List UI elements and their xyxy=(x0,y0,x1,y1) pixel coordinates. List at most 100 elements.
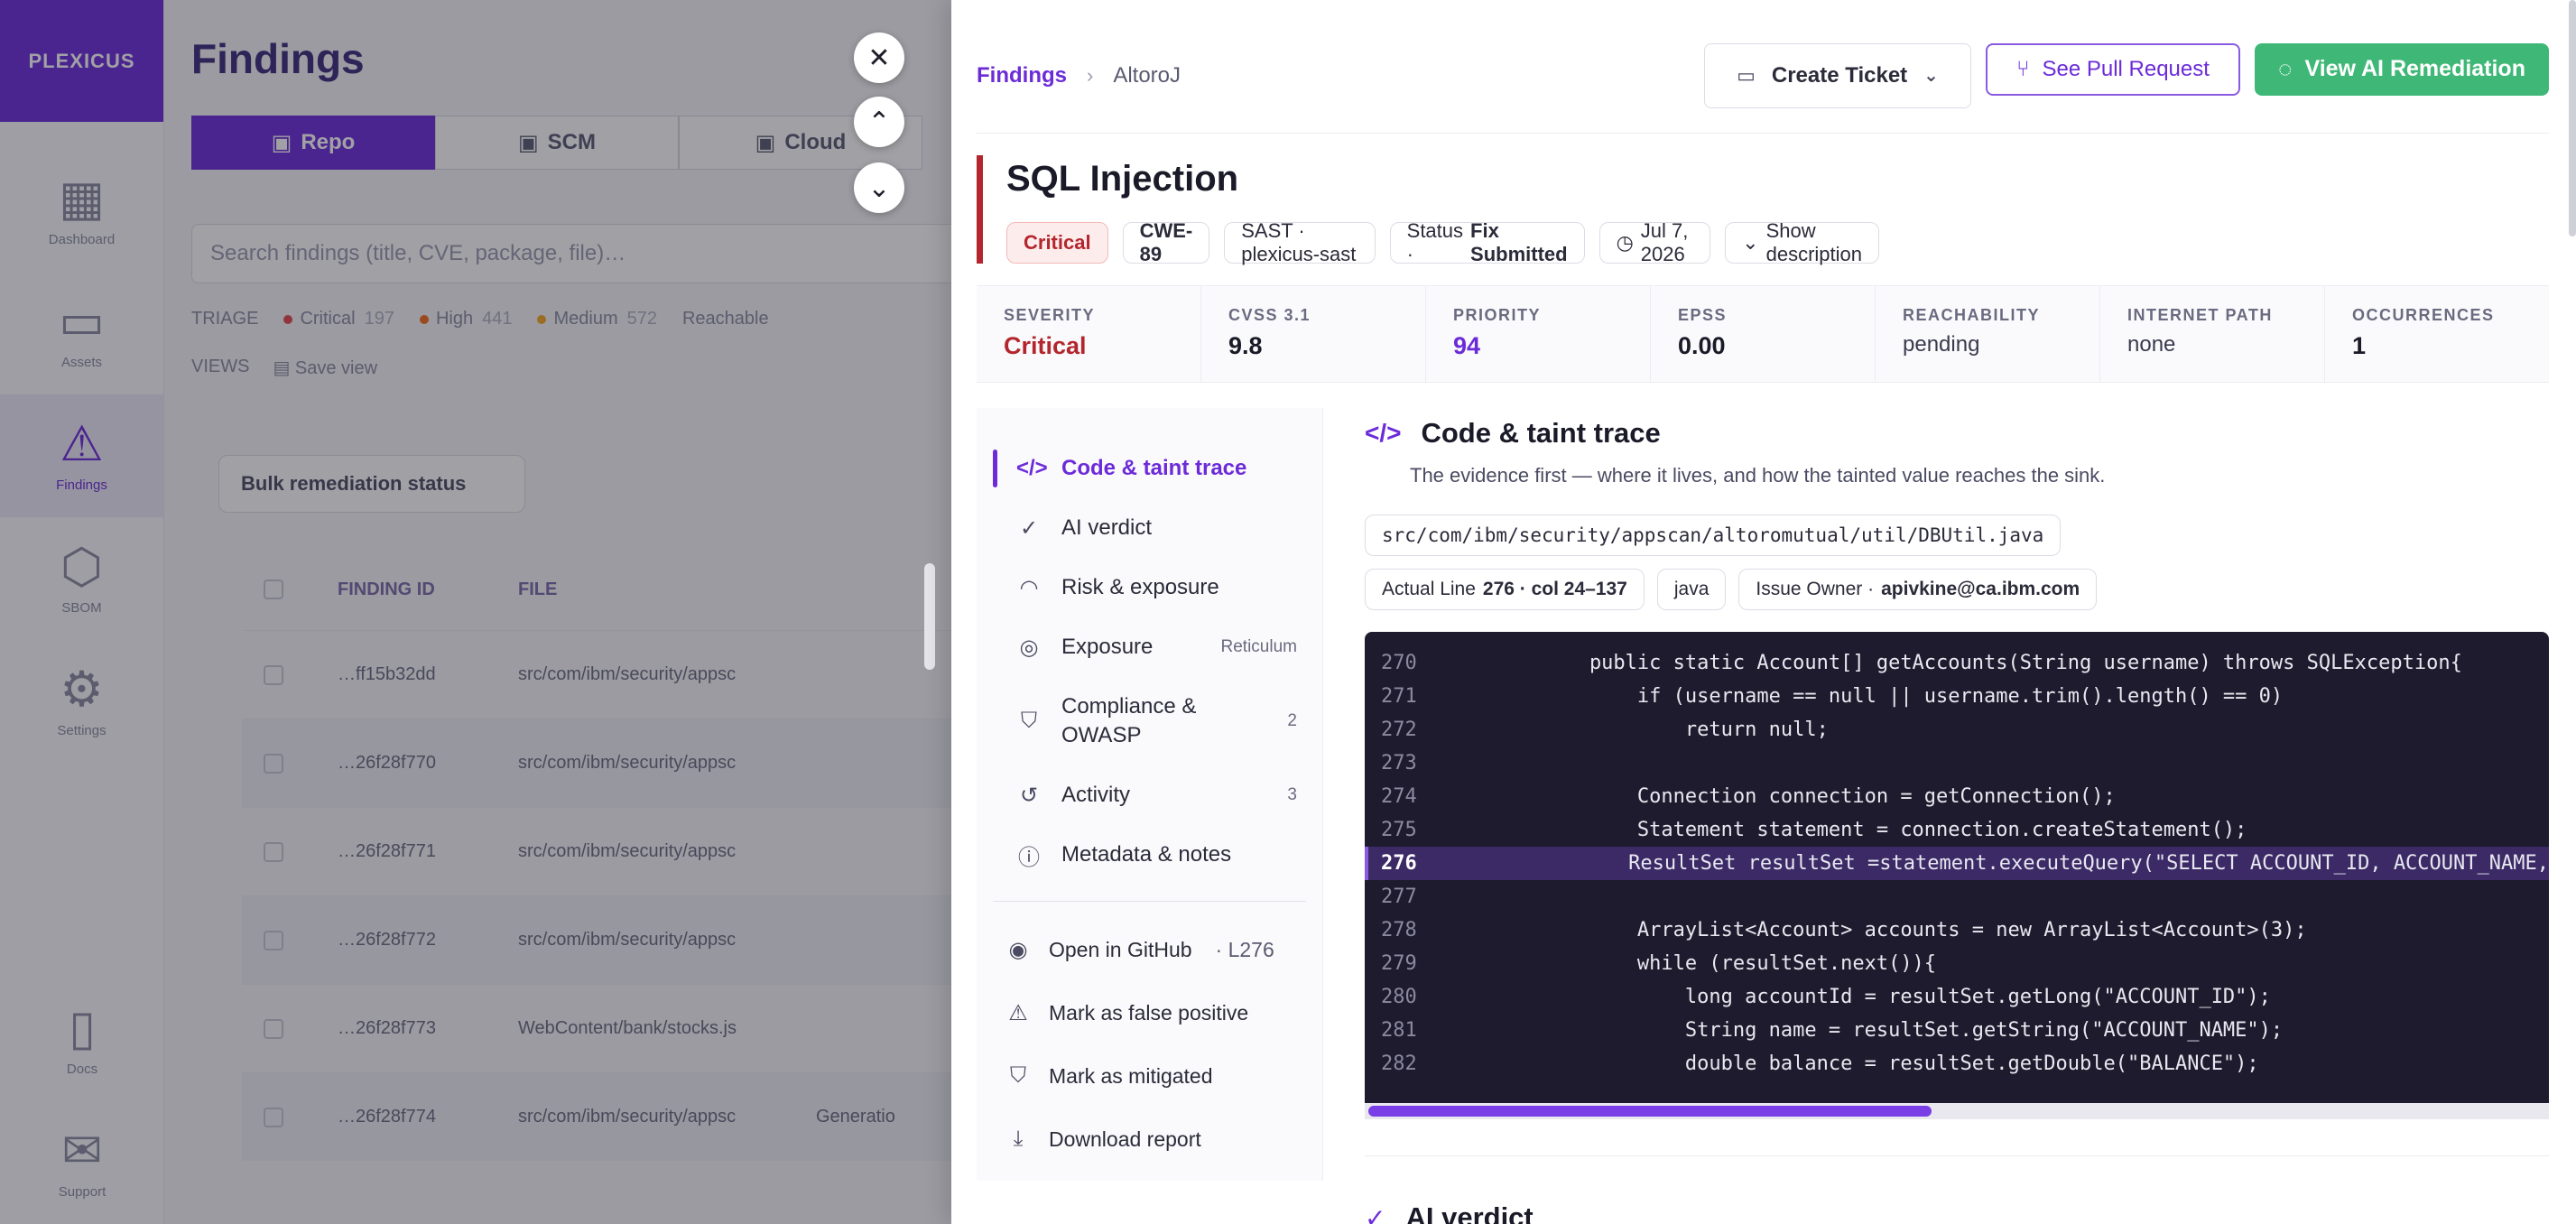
issue-owner-value: apivkine@ca.ibm.com xyxy=(1881,579,2080,599)
code-line: 282 double balance = resultSet.getDouble… xyxy=(1365,1047,2549,1080)
section-nav-item-exposure[interactable]: ◎ Exposure Reticulum xyxy=(977,617,1322,677)
severity-chip: Critical xyxy=(1006,222,1108,264)
header-actions: ▭ Create Ticket ⌄ ⑂ See Pull Request ◌ V… xyxy=(1704,42,2549,108)
section-nav-item-code-taint-trace[interactable]: </> Code & taint trace xyxy=(977,439,1322,498)
code-text: public static Account[] getAccounts(Stri… xyxy=(1446,652,2462,674)
close-drawer-button[interactable]: ✕ xyxy=(854,32,904,83)
section-nav-badge: 3 xyxy=(1287,785,1297,804)
git-pull-request-icon: ⑂ xyxy=(2016,56,2030,81)
finding-title: SQL Injection xyxy=(1006,159,1239,199)
scanner-chip: SAST · plexicus-sast xyxy=(1224,219,1376,265)
actual-line-chip: Actual Line 276 · col 24–137 xyxy=(1365,569,1645,610)
mark-as-false-positive-action[interactable]: ⚠ Mark as false positive xyxy=(977,981,1322,1044)
file-meta-chips: src/com/ibm/security/appscan/altoromutua… xyxy=(1365,515,2267,610)
create-ticket-label: Create Ticket xyxy=(1771,62,1908,88)
line-number: 279 xyxy=(1381,952,1417,975)
next-finding-button[interactable]: ⌄ xyxy=(854,162,904,213)
section-nav-label: Code & taint trace xyxy=(1061,456,1247,480)
code-line-highlighted: 276 ResultSet resultSet =statement.execu… xyxy=(1365,847,2549,880)
shield-check-icon: ⛉ xyxy=(1021,709,1037,733)
code-line: 271 if (username == null || username.tri… xyxy=(1365,680,2549,713)
line-number: 271 xyxy=(1381,685,1417,708)
code-text: while (resultSet.next()){ xyxy=(1446,952,1937,975)
mark-as-mitigated-action[interactable]: ⛉ Mark as mitigated xyxy=(977,1044,1322,1108)
code-text: String name = resultSet.getString("ACCOU… xyxy=(1446,1019,2284,1042)
gauge-icon: ◠ xyxy=(1019,575,1039,600)
metric-priority: PRIORITY 94 xyxy=(1426,286,1651,382)
action-label: Mark as mitigated xyxy=(1049,1063,1213,1088)
status-chip: Status · Fix Submitted xyxy=(1389,219,1585,265)
finding-drawer: Findings › AltoroJ ▭ Create Ticket ⌄ ⑂ S… xyxy=(951,0,2576,1224)
metric-cvss-3-1: CVSS 3.1 9.8 xyxy=(1201,286,1426,382)
see-pull-request-label: See Pull Request xyxy=(2042,56,2210,81)
show-description-button[interactable]: ⌄ Show description xyxy=(1725,219,1879,265)
chevron-down-icon: ⌄ xyxy=(867,172,891,203)
code-text: ResultSet resultSet =statement.executeQu… xyxy=(1437,852,2549,875)
open-in-github-action[interactable]: ◉ Open in GitHub · L276 xyxy=(977,918,1322,981)
side-actions: ◉ Open in GitHub · L276 ⚠ Mark as false posi… xyxy=(977,918,1322,1171)
action-sub-label: · L276 xyxy=(1215,937,1274,961)
chevron-down-icon: ⌄ xyxy=(1923,66,1939,86)
view-ai-remediation-button[interactable]: ◌ View AI Remediation xyxy=(2255,42,2549,96)
code-scroll-thumb[interactable] xyxy=(1368,1106,1932,1117)
code-line: 274 Connection connection = getConnectio… xyxy=(1365,780,2549,813)
code-horizontal-scrollbar[interactable] xyxy=(1365,1103,2549,1119)
info-icon: ⓘ xyxy=(1018,845,1040,870)
section-nav-item-risk-exposure[interactable]: ◠ Risk & exposure xyxy=(977,558,1322,617)
metric-reachability: REACHABILITY pending xyxy=(1876,286,2100,382)
line-number: 280 xyxy=(1381,986,1417,1008)
check-circle-icon: ✓ xyxy=(1019,515,1039,541)
download-report-action[interactable]: ⤓ Download report xyxy=(977,1108,1322,1171)
modal-backdrop[interactable] xyxy=(0,0,951,1224)
line-number: 272 xyxy=(1381,719,1417,741)
action-label: Open in GitHub xyxy=(1049,937,1192,961)
metric-label: INTERNET PATH xyxy=(2127,306,2273,324)
ai-verdict-header: ✓ AI verdict xyxy=(1365,1201,2549,1224)
code-text: Statement statement = connection.createS… xyxy=(1446,819,2247,841)
actual-line-value: 276 · col 24–137 xyxy=(1482,579,1627,599)
nav-divider xyxy=(993,901,1306,902)
section-nav-items: </> Code & taint trace ✓ AI verdict ◠ Risk & … xyxy=(977,439,1322,885)
previous-finding-button[interactable]: ⌃ xyxy=(854,97,904,147)
section-nav: </> Code & taint trace ✓ AI verdict ◠ Risk & … xyxy=(977,408,1323,1181)
status-value: Fix Submitted xyxy=(1470,219,1568,265)
metric-occurrences: OCCURRENCES 1 xyxy=(2325,286,2549,382)
breadcrumb-findings-link[interactable]: Findings xyxy=(977,63,1067,88)
status-label: Status · xyxy=(1406,219,1464,265)
metric-label: OCCURRENCES xyxy=(2352,306,2495,324)
metric-epss: EPSS 0.00 xyxy=(1651,286,1876,382)
cwe-chip: CWE-89 xyxy=(1122,219,1210,265)
section-nav-item-metadata-notes[interactable]: ⓘ Metadata & notes xyxy=(977,825,1322,885)
github-icon: ◉ xyxy=(1008,937,1028,962)
language-chip: java xyxy=(1656,569,1727,610)
section-content: </> Code & taint trace The evidence firs… xyxy=(1365,408,2549,1119)
code-text: if (username == null || username.trim().… xyxy=(1446,685,2284,708)
section-nav-badge: Reticulum xyxy=(1220,637,1297,656)
code-line: 273 xyxy=(1365,746,2549,780)
line-number: 273 xyxy=(1381,752,1417,774)
line-number: 270 xyxy=(1381,652,1417,674)
create-ticket-button[interactable]: ▭ Create Ticket ⌄ xyxy=(1704,42,1971,108)
code-line: 281 String name = resultSet.getString("A… xyxy=(1365,1014,2549,1047)
finding-chips: Critical CWE-89 SAST · plexicus-sast Sta… xyxy=(1006,219,1879,265)
metric-severity: SEVERITY Critical xyxy=(977,286,1201,382)
drawer-scrollbar[interactable] xyxy=(2569,0,2576,236)
code-line: 272 return null; xyxy=(1365,713,2549,746)
metric-value: 0.00 xyxy=(1678,332,1726,359)
see-pull-request-button[interactable]: ⑂ See Pull Request xyxy=(1986,42,2240,96)
section-nav-item-activity[interactable]: ↺ Activity 3 xyxy=(977,765,1322,825)
metric-value: 1 xyxy=(2352,332,2367,359)
section-nav-item-compliance-owasp[interactable]: ⛉ Compliance & OWASP 2 xyxy=(977,677,1322,765)
code-text: Connection connection = getConnection(); xyxy=(1446,785,2116,808)
background-scrollbar[interactable] xyxy=(924,563,935,670)
line-number: 282 xyxy=(1381,1052,1417,1075)
section-nav-label: Risk & exposure xyxy=(1061,575,1219,599)
section-nav-label: Metadata & notes xyxy=(1061,842,1232,867)
date-value: Jul 7, 2026 xyxy=(1640,219,1689,265)
line-number: 276 xyxy=(1381,852,1417,875)
history-icon: ↺ xyxy=(1019,783,1039,808)
warning-icon: ⚠ xyxy=(1008,1000,1028,1025)
section-nav-item-ai-verdict[interactable]: ✓ AI verdict xyxy=(977,498,1322,558)
line-number: 278 xyxy=(1381,919,1417,941)
metric-internet-path: INTERNET PATH none xyxy=(2100,286,2325,382)
